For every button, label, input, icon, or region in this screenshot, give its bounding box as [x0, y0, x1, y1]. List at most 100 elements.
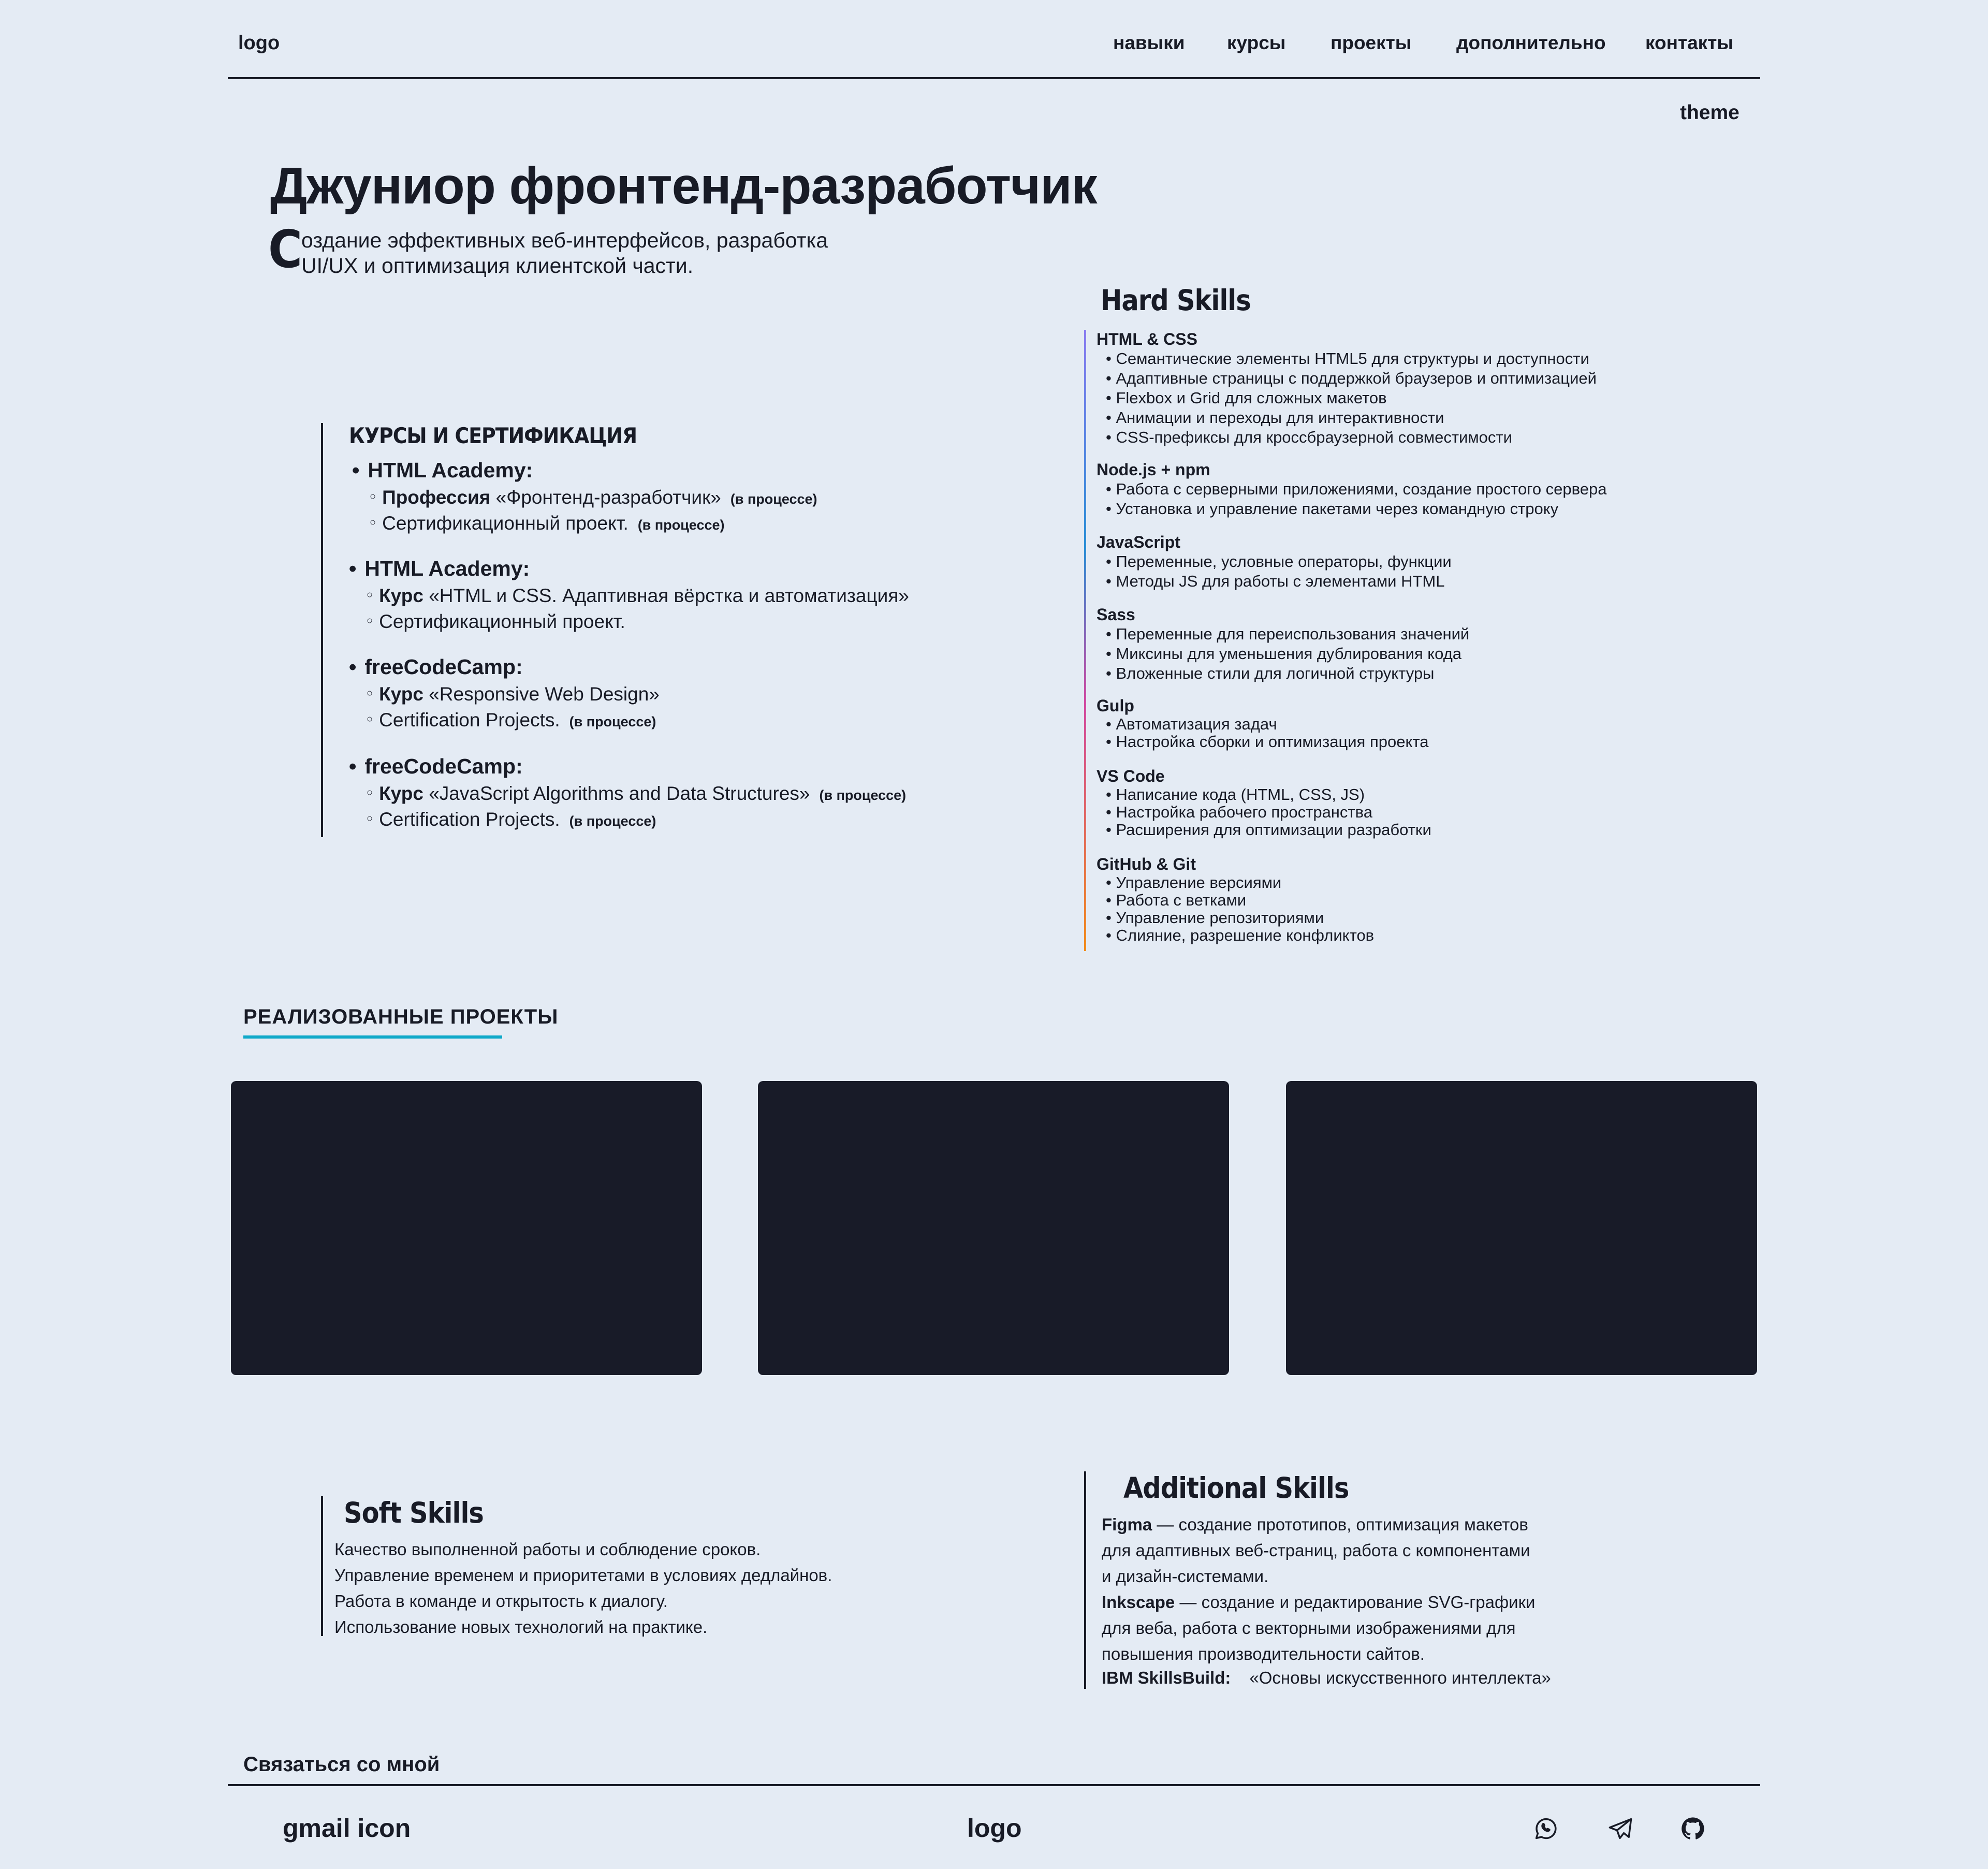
additional-skill-line: для адаптивных веб-страниц, работа с ком… [1102, 1541, 1530, 1560]
nav-link-skills[interactable]: навыки [1113, 32, 1185, 54]
projects-title-underline [243, 1035, 502, 1039]
skill-item: Слияние, разрешение конфликтов [1106, 927, 1374, 944]
skill-item: Семантические элементы HTML5 для структу… [1106, 349, 1597, 369]
skill-name: VS Code [1097, 767, 1165, 785]
skill-item: Настройка сборки и оптимизация проекта [1106, 733, 1428, 751]
course-provider: freeCodeCamp: [349, 754, 906, 779]
course-line: Сертификационный проект.(в процессе) [370, 513, 817, 534]
skill-item: Переменные, условные операторы, функции [1106, 552, 1451, 572]
hero-description-line: UI/UX и оптимизация клиентской части. [301, 254, 694, 278]
course-line: Курс «JavaScript Algorithms and Data Str… [367, 783, 906, 805]
skill-item: Автоматизация задач [1106, 716, 1428, 733]
additional-skill-line: и дизайн-системами. [1102, 1567, 1269, 1586]
skill-item: Работа с ветками [1106, 892, 1374, 909]
skill-item: Работа с серверными приложениями, создан… [1106, 479, 1606, 499]
skill-item: Flexbox и Grid для сложных макетов [1106, 388, 1597, 408]
additional-skills-title: Additional Skills [1123, 1471, 1349, 1505]
course-item: freeCodeCamp: Курс «JavaScript Algorithm… [349, 754, 906, 830]
soft-skill-item: Работа в команде и открытость к диалогу. [334, 1591, 668, 1611]
skill-name: Gulp [1097, 696, 1134, 715]
skill-name: HTML & CSS [1097, 330, 1197, 348]
course-provider: HTML Academy: [349, 557, 909, 581]
skill-group: Node.js + npm Работа с серверными прилож… [1097, 460, 1607, 519]
skill-name: JavaScript [1097, 533, 1180, 551]
skill-item: Переменные для переиспользования значени… [1106, 624, 1469, 644]
status-badge: (в процессе) [569, 714, 656, 729]
soft-skill-item: Качество выполненной работы и соблюдение… [334, 1540, 761, 1559]
nav-link-courses[interactable]: курсы [1227, 32, 1285, 54]
skill-item: Вложенные стили для логичной структуры [1106, 664, 1469, 683]
skill-item: Адаптивные страницы с поддержкой браузер… [1106, 369, 1596, 388]
skill-item: Миксины для уменьшения дублирования кода [1106, 644, 1469, 664]
course-provider: freeCodeCamp: [349, 655, 660, 679]
course-line: Профессия «Фронтенд-разработчик»(в проце… [370, 487, 817, 508]
hero-description: оздание эффективных веб-интерфейсов, раз… [301, 228, 871, 279]
gmail-link[interactable]: gmail icon [283, 1813, 411, 1843]
footer-logo[interactable]: logo [967, 1813, 1022, 1843]
status-badge: (в процессе) [637, 517, 725, 533]
hard-skills-section: HTML & CSS Семантические элементы HTML5 … [1084, 330, 1707, 951]
projects-title: РЕАЛИЗОВАННЫЕ ПРОЕКТЫ [243, 1005, 559, 1028]
soft-skill-item: Использование новых технологий на практи… [334, 1617, 708, 1637]
status-badge: (в процессе) [730, 491, 817, 507]
course-line: Сертификационный проект. [367, 611, 909, 633]
skill-name: Sass [1097, 605, 1135, 624]
course-line: Certification Projects.(в процессе) [367, 709, 660, 731]
skill-item: Методы JS для работы с элементами HTML [1106, 572, 1452, 591]
hard-skills-title: Hard Skills [1101, 284, 1251, 317]
skill-name: Node.js + npm [1097, 460, 1210, 479]
theme-toggle-button[interactable]: theme [1680, 101, 1740, 124]
course-item: HTML Academy: Профессия «Фронтенд-разраб… [352, 458, 817, 534]
skill-item: Анимации и переходы для интерактивности [1106, 408, 1597, 428]
skill-name: GitHub & Git [1097, 855, 1196, 873]
courses-section: КУРСЫ И СЕРТИФИКАЦИЯ HTML Academy: Профе… [321, 423, 1037, 837]
nav-link-projects[interactable]: проекты [1331, 32, 1411, 54]
telegram-icon[interactable] [1607, 1815, 1634, 1842]
nav-link-contacts[interactable]: контакты [1645, 32, 1733, 54]
course-line: Курс «HTML и CSS. Адаптивная вёрстка и а… [367, 585, 909, 607]
soft-skill-item: Управление временем и приоритетами в усл… [334, 1566, 832, 1585]
skill-item: Написание кода (HTML, CSS, JS) [1106, 786, 1431, 804]
skill-group: VS Code Написание кода (HTML, CSS, JS) Н… [1097, 767, 1431, 839]
github-icon[interactable] [1679, 1815, 1706, 1842]
header-divider [228, 77, 1760, 79]
project-card[interactable] [231, 1081, 702, 1375]
course-item: freeCodeCamp: Курс «Responsive Web Desig… [349, 655, 660, 731]
skill-group: HTML & CSS Семантические элементы HTML5 … [1097, 330, 1597, 447]
hero-description-line: оздание эффективных веб-интерфейсов, раз… [301, 228, 828, 252]
soft-skills-section: Soft Skills Качество выполненной работы … [321, 1496, 944, 1637]
skill-item: Установка и управление пакетами через ко… [1106, 499, 1607, 519]
whatsapp-icon[interactable] [1532, 1815, 1559, 1842]
course-provider: HTML Academy: [352, 458, 817, 483]
skill-item: Управление версиями [1106, 874, 1374, 892]
additional-skill-line: Inkscape — создание и редактирование SVG… [1102, 1593, 1536, 1612]
hero-dropcap: С [268, 219, 303, 280]
skill-item: Расширения для оптимизации разработки [1106, 821, 1431, 839]
course-item: HTML Academy: Курс «HTML и CSS. Адаптивн… [349, 557, 909, 633]
header-logo[interactable]: logo [238, 32, 280, 54]
additional-skill-line: Figma — создание прототипов, оптимизация… [1102, 1515, 1528, 1534]
nav-link-additional[interactable]: дополнительно [1456, 32, 1606, 54]
skill-group: Gulp Автоматизация задач Настройка сборк… [1097, 696, 1428, 751]
additional-skill-line: для веба, работа с векторными изображени… [1102, 1618, 1516, 1638]
skill-group: GitHub & Git Управление версиями Работа … [1097, 855, 1374, 944]
contact-title: Связаться со мной [243, 1753, 440, 1776]
skill-item: CSS-префиксы для кроссбраузерной совмест… [1106, 428, 1597, 447]
project-card[interactable] [1286, 1081, 1757, 1375]
skill-group: JavaScript Переменные, условные оператор… [1097, 533, 1452, 591]
additional-skill-line: IBM SkillsBuild: «Основы искусственного и… [1102, 1668, 1551, 1687]
course-line: Certification Projects.(в процессе) [367, 809, 906, 830]
soft-skills-title: Soft Skills [344, 1496, 484, 1529]
status-badge: (в процессе) [569, 813, 656, 829]
skill-item: Настройка рабочего пространства [1106, 804, 1431, 821]
course-line: Курс «Responsive Web Design» [367, 683, 660, 705]
additional-skill-line: повышения производительности сайтов. [1102, 1644, 1425, 1663]
courses-title: КУРСЫ И СЕРТИФИКАЦИЯ [349, 423, 637, 448]
footer-divider [228, 1784, 1760, 1786]
skill-item: Управление репозиториями [1106, 909, 1374, 927]
project-card[interactable] [758, 1081, 1229, 1375]
skill-group: Sass Переменные для переиспользования зн… [1097, 605, 1469, 683]
additional-skills-section: Additional Skills Figma — создание прото… [1084, 1471, 1759, 1689]
status-badge: (в процессе) [819, 787, 907, 803]
page-title: Джуниор фронтенд-разработчик [270, 157, 1098, 215]
